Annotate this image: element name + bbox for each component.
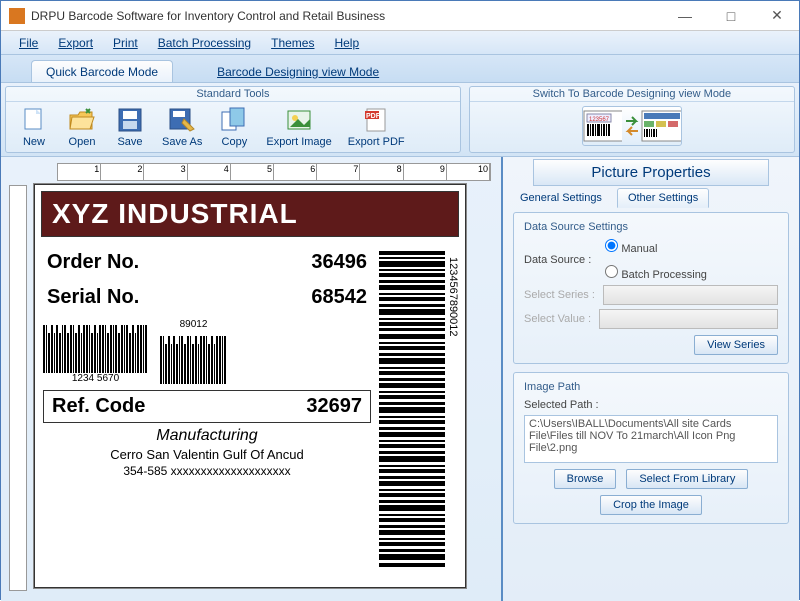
properties-tabs: General Settings Other Settings xyxy=(503,186,799,208)
save-as-button[interactable]: Save As xyxy=(154,104,210,150)
select-from-library-button[interactable]: Select From Library xyxy=(626,469,748,489)
folder-open-icon xyxy=(66,106,98,134)
copy-icon xyxy=(218,106,250,134)
menu-themes[interactable]: Themes xyxy=(261,34,324,52)
data-source-label: Data Source : xyxy=(524,254,591,266)
menu-export[interactable]: Export xyxy=(48,34,103,52)
path-textbox[interactable]: C:\Users\IBALL\Documents\All site Cards … xyxy=(524,415,778,463)
toolbar: Standard Tools New Open Save Save As Cop… xyxy=(1,83,799,157)
label-canvas[interactable]: XYZ INDUSTRIAL Order No. 36496 Serial No.… xyxy=(33,183,467,589)
menu-batch[interactable]: Batch Processing xyxy=(148,34,261,52)
view-series-button[interactable]: View Series xyxy=(694,335,778,355)
order-label: Order No. xyxy=(47,251,139,274)
menu-print[interactable]: Print xyxy=(103,34,148,52)
app-icon xyxy=(9,8,25,24)
design-mode-icon xyxy=(641,110,680,142)
standard-tools-group: Standard Tools New Open Save Save As Cop… xyxy=(5,86,461,153)
canvas-pane: 1 2 3 4 5 6 7 8 9 10 XYZ INDUSTRIAL Orde… xyxy=(1,157,501,601)
export-image-icon xyxy=(283,106,315,134)
horizontal-ruler: 1 2 3 4 5 6 7 8 9 10 xyxy=(57,163,491,181)
section-title-imgpath: Image Path xyxy=(524,381,778,393)
image-path-section: Image Path Selected Path : C:\Users\IBAL… xyxy=(513,372,789,524)
properties-title: Picture Properties xyxy=(533,159,769,186)
radio-batch[interactable]: Batch Processing xyxy=(605,265,707,281)
svg-text:123567: 123567 xyxy=(589,117,610,123)
maximize-button[interactable]: □ xyxy=(717,6,745,26)
barcode-vertical: 1234567890012 xyxy=(379,243,465,581)
export-image-button[interactable]: Export Image xyxy=(258,104,339,150)
switch-mode-button[interactable]: 123567 xyxy=(582,106,682,146)
vertical-ruler xyxy=(9,185,27,591)
new-file-icon xyxy=(18,106,50,134)
tab-designing-view[interactable]: Barcode Designing view Mode xyxy=(203,61,393,82)
save-icon xyxy=(114,106,146,134)
crop-image-button[interactable]: Crop the Image xyxy=(600,495,702,515)
select-value-label: Select Value : xyxy=(524,313,591,325)
save-as-icon xyxy=(166,106,198,134)
menubar: File Export Print Batch Processing Theme… xyxy=(1,31,799,55)
window-title: DRPU Barcode Software for Inventory Cont… xyxy=(31,9,671,23)
barcode-label[interactable]: XYZ INDUSTRIAL Order No. 36496 Serial No.… xyxy=(34,184,466,588)
address-text: Cerro San Valentin Gulf Of Ancud xyxy=(43,447,371,462)
svg-text:PDF: PDF xyxy=(366,113,381,120)
new-button[interactable]: New xyxy=(10,104,58,150)
manufacturing-text: Manufacturing xyxy=(43,427,371,445)
titlebar: DRPU Barcode Software for Inventory Cont… xyxy=(1,1,799,31)
swap-arrows-icon xyxy=(624,114,639,138)
order-value: 36496 xyxy=(311,251,367,274)
select-value-dropdown xyxy=(599,309,778,329)
open-button[interactable]: Open xyxy=(58,104,106,150)
select-series-dropdown xyxy=(603,285,778,305)
copy-button[interactable]: Copy xyxy=(210,104,258,150)
barcode-mode-icon: 123567 xyxy=(583,110,622,142)
pdf-icon: PDF xyxy=(360,106,392,134)
tab-quick-barcode[interactable]: Quick Barcode Mode xyxy=(31,60,173,82)
radio-manual[interactable]: Manual xyxy=(605,239,707,255)
minimize-button[interactable]: — xyxy=(671,6,699,26)
barcode-small-1: 1234 5670 xyxy=(43,319,148,384)
tab-general-settings[interactable]: General Settings xyxy=(509,188,613,208)
switch-mode-group: Switch To Barcode Designing view Mode 12… xyxy=(469,86,795,153)
window-controls: — □ ✕ xyxy=(671,6,791,26)
save-button[interactable]: Save xyxy=(106,104,154,150)
mode-tabs: Quick Barcode Mode Barcode Designing vie… xyxy=(1,55,799,83)
content-area: 1 2 3 4 5 6 7 8 9 10 XYZ INDUSTRIAL Orde… xyxy=(1,157,799,601)
properties-pane: Picture Properties General Settings Othe… xyxy=(501,157,799,601)
menu-file[interactable]: File xyxy=(9,34,48,52)
tab-other-settings[interactable]: Other Settings xyxy=(617,188,709,208)
serial-value: 68542 xyxy=(311,286,367,309)
bottom-code-text: 354-585 xxxxxxxxxxxxxxxxxxxx xyxy=(43,464,371,478)
ref-code-box: Ref. Code32697 xyxy=(43,390,371,423)
group-title-switch: Switch To Barcode Designing view Mode xyxy=(470,87,794,102)
selected-path-label: Selected Path : xyxy=(524,399,778,411)
section-title-dss: Data Source Settings xyxy=(524,221,778,233)
select-series-label: Select Series : xyxy=(524,289,595,301)
serial-label: Serial No. xyxy=(47,286,139,309)
data-source-section: Data Source Settings Data Source : Manua… xyxy=(513,212,789,364)
browse-button[interactable]: Browse xyxy=(554,469,617,489)
close-button[interactable]: ✕ xyxy=(763,6,791,26)
group-title-standard: Standard Tools xyxy=(6,87,460,102)
label-header: XYZ INDUSTRIAL xyxy=(41,191,459,237)
menu-help[interactable]: Help xyxy=(324,34,369,52)
export-pdf-button[interactable]: PDFExport PDF xyxy=(340,104,413,150)
barcode-small-2: 89012 xyxy=(160,319,227,384)
